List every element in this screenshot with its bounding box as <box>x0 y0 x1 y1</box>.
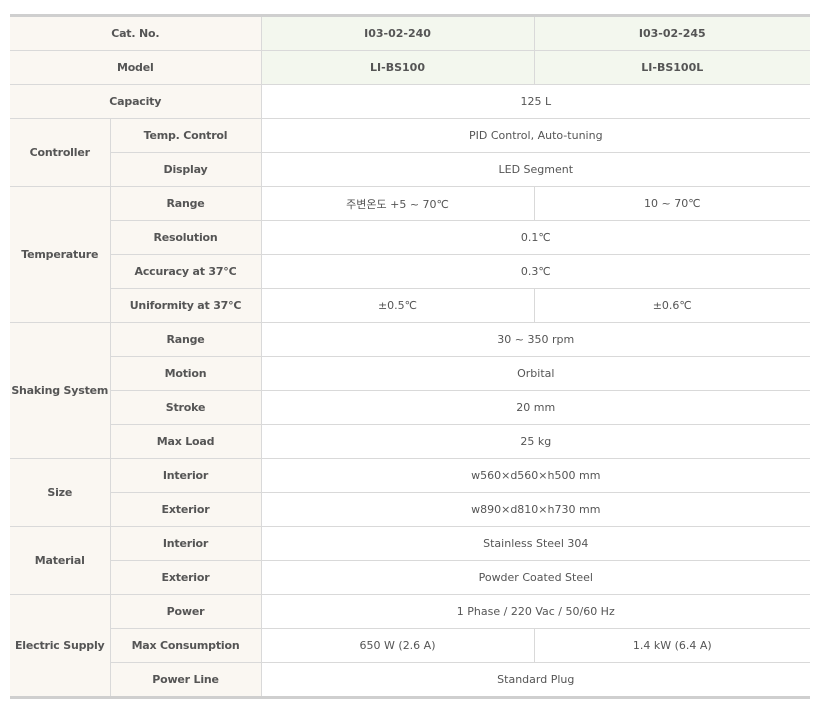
row-max-consumption: Max Consumption 650 W (2.6 A) 1.4 kW (6.… <box>10 628 811 663</box>
row-temp-control: Controller Temp. Control PID Control, Au… <box>10 118 811 187</box>
row-material-interior: Material Interior Stainless Steel 304 <box>10 526 811 595</box>
material-group-label: Material <box>10 526 111 595</box>
row-material-exterior: Exterior Powder Coated Steel <box>10 560 811 595</box>
power-line-label: Power Line <box>109 662 262 698</box>
motion-label: Motion <box>109 356 262 391</box>
material-interior-label: Interior <box>109 526 262 561</box>
max-load-label: Max Load <box>109 424 262 459</box>
temperature-group-label: Temperature <box>10 186 111 323</box>
accuracy-label: Accuracy at 37°C <box>109 254 262 289</box>
spec-table: Cat. No. I03-02-240 I03-02-245 Model LI-… <box>10 14 811 699</box>
row-temp-range: Temperature Range 주변온도 +5 ~ 70℃ 10 ~ 70℃ <box>10 186 811 323</box>
temp-range-label: Range <box>109 186 262 221</box>
size-interior-label: Interior <box>109 458 262 493</box>
model-value-2: LI-BS100L <box>533 50 811 85</box>
size-interior-value: w560×d560×h500 mm <box>260 458 811 493</box>
electric-group-label: Electric Supply <box>10 594 111 698</box>
stroke-value: 20 mm <box>260 390 811 425</box>
capacity-value: 125 L <box>260 84 811 119</box>
row-power: Electric Supply Power 1 Phase / 220 Vac … <box>10 594 811 698</box>
display-label: Display <box>109 152 262 187</box>
row-stroke: Stroke 20 mm <box>10 390 811 425</box>
shaking-range-value: 30 ~ 350 rpm <box>260 322 811 357</box>
resolution-label: Resolution <box>109 220 262 255</box>
row-cat-no: Cat. No. I03-02-240 I03-02-245 <box>10 15 811 51</box>
shaking-group-label: Shaking System <box>10 322 111 459</box>
size-exterior-value: w890×d810×h730 mm <box>260 492 811 527</box>
power-value: 1 Phase / 220 Vac / 50/60 Hz <box>260 594 811 629</box>
power-line-value: Standard Plug <box>260 662 811 698</box>
row-motion: Motion Orbital <box>10 356 811 391</box>
capacity-label: Capacity <box>10 84 262 119</box>
size-group-label: Size <box>10 458 111 527</box>
stroke-label: Stroke <box>109 390 262 425</box>
power-label: Power <box>109 594 262 629</box>
size-exterior-label: Exterior <box>109 492 262 527</box>
temp-control-label: Temp. Control <box>109 118 262 153</box>
uniformity-value-2: ±0.6℃ <box>533 288 811 323</box>
spec-table-container: Cat. No. I03-02-240 I03-02-245 Model LI-… <box>10 14 811 699</box>
row-resolution: Resolution 0.1℃ <box>10 220 811 255</box>
temp-range-value-2: 10 ~ 70℃ <box>533 186 811 221</box>
row-max-load: Max Load 25 kg <box>10 424 811 459</box>
row-display: Display LED Segment <box>10 152 811 187</box>
model-label: Model <box>10 50 262 85</box>
model-value-1: LI-BS100 <box>260 50 535 85</box>
shaking-range-label: Range <box>109 322 262 357</box>
max-consumption-value-1: 650 W (2.6 A) <box>260 628 535 663</box>
row-shaking-range: Shaking System Range 30 ~ 350 rpm <box>10 322 811 459</box>
row-size-interior: Size Interior w560×d560×h500 mm <box>10 458 811 527</box>
accuracy-value: 0.3℃ <box>260 254 811 289</box>
row-accuracy: Accuracy at 37°C 0.3℃ <box>10 254 811 289</box>
uniformity-value-1: ±0.5℃ <box>260 288 535 323</box>
row-power-line: Power Line Standard Plug <box>10 662 811 698</box>
material-interior-value: Stainless Steel 304 <box>260 526 811 561</box>
row-size-exterior: Exterior w890×d810×h730 mm <box>10 492 811 527</box>
temp-range-value-1: 주변온도 +5 ~ 70℃ <box>260 186 535 221</box>
resolution-value: 0.1℃ <box>260 220 811 255</box>
max-consumption-value-2: 1.4 kW (6.4 A) <box>533 628 811 663</box>
controller-group-label: Controller <box>10 118 111 187</box>
cat-no-value-1: I03-02-240 <box>260 15 535 51</box>
cat-no-label: Cat. No. <box>10 15 262 51</box>
max-consumption-label: Max Consumption <box>109 628 262 663</box>
uniformity-label: Uniformity at 37°C <box>109 288 262 323</box>
material-exterior-value: Powder Coated Steel <box>260 560 811 595</box>
max-load-value: 25 kg <box>260 424 811 459</box>
row-uniformity: Uniformity at 37°C ±0.5℃ ±0.6℃ <box>10 288 811 323</box>
row-model: Model LI-BS100 LI-BS100L <box>10 50 811 85</box>
motion-value: Orbital <box>260 356 811 391</box>
cat-no-value-2: I03-02-245 <box>533 15 811 51</box>
temp-control-value: PID Control, Auto-tuning <box>260 118 811 153</box>
row-capacity: Capacity 125 L <box>10 84 811 119</box>
material-exterior-label: Exterior <box>109 560 262 595</box>
display-value: LED Segment <box>260 152 811 187</box>
